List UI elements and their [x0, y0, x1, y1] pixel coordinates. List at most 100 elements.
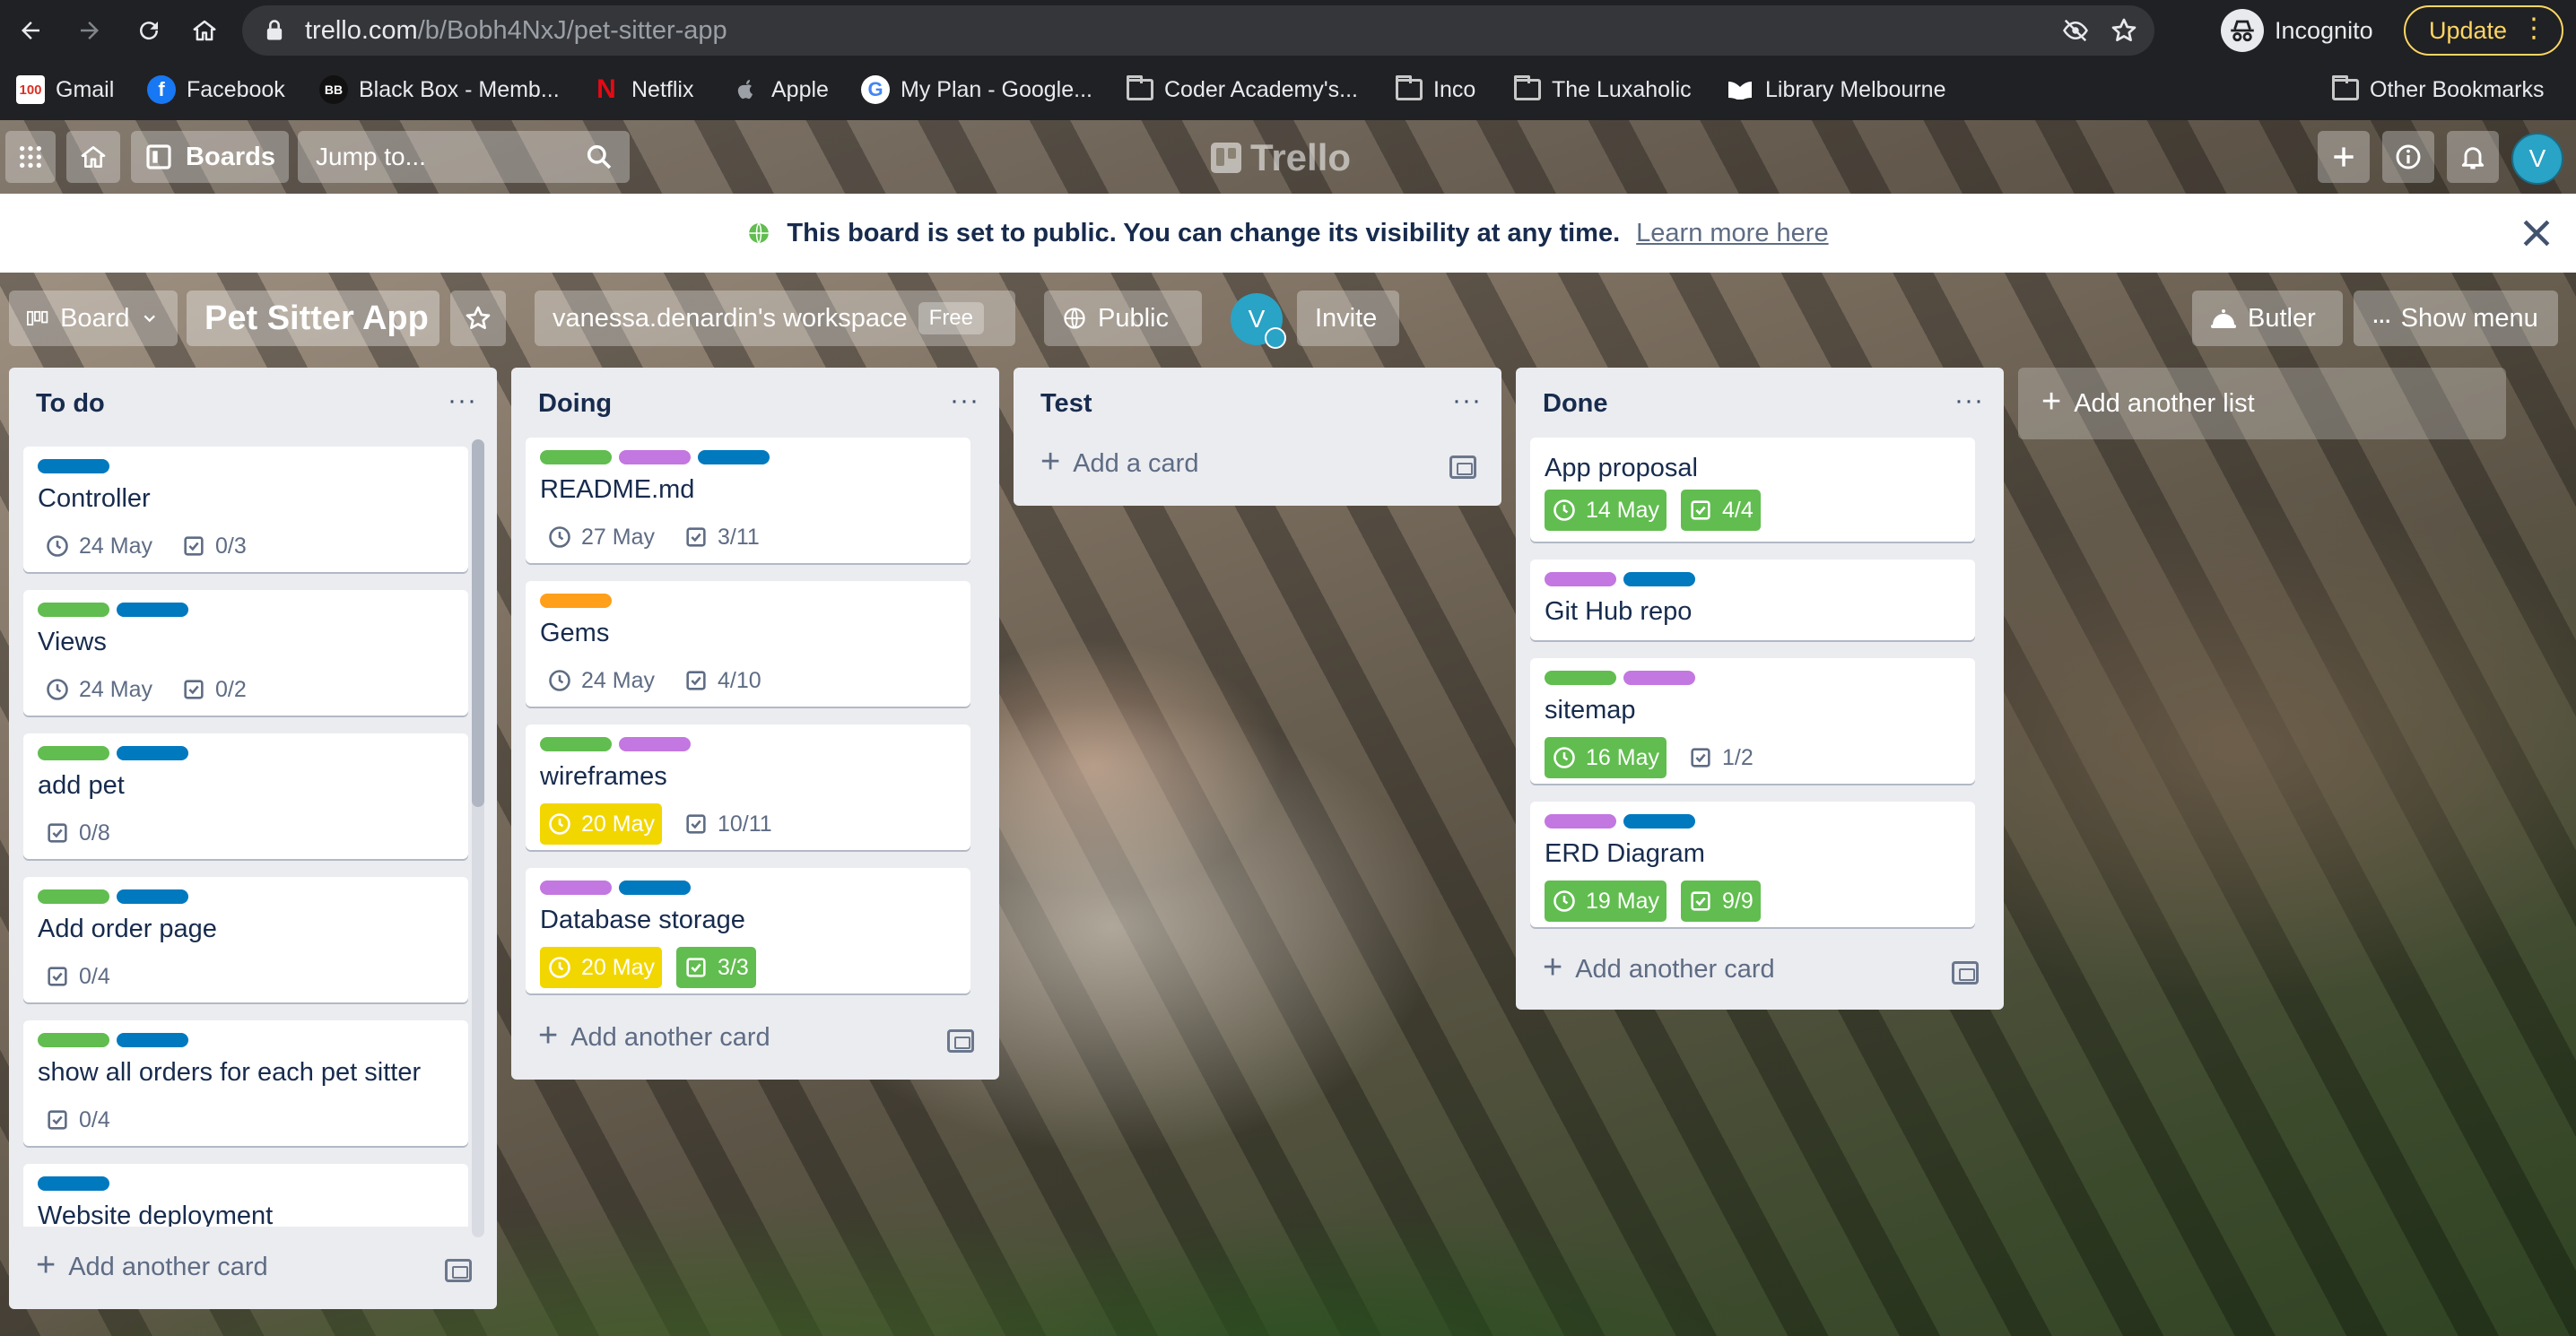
label-purple[interactable] — [540, 881, 612, 895]
due-date-badge[interactable]: 24 May — [38, 669, 160, 710]
member-avatar[interactable]: V — [1231, 293, 1286, 349]
list-title[interactable]: Doing — [538, 389, 612, 419]
label-blue[interactable] — [698, 450, 770, 464]
card-erd-diagram[interactable]: ERD Diagram 19 May 9/9 — [1530, 802, 1975, 927]
label-purple[interactable] — [1545, 572, 1616, 586]
due-date-badge[interactable]: 20 May — [540, 947, 662, 988]
bookmark-library-melbourne[interactable]: Library Melbourne — [1726, 74, 1946, 106]
label-blue[interactable] — [1623, 572, 1695, 586]
label-blue[interactable] — [117, 889, 188, 904]
bookmark-coder-academy[interactable]: Coder Academy's... — [1127, 74, 1358, 106]
bookmark-my-plan[interactable]: G My Plan - Google... — [861, 74, 1092, 106]
card-gems[interactable]: Gems 24 May 4/10 — [526, 581, 970, 707]
bookmark-black-box[interactable]: BB Black Box - Memb... — [319, 74, 560, 106]
list-menu-icon[interactable]: ··· — [950, 386, 979, 416]
list-menu-icon[interactable]: ··· — [448, 386, 477, 416]
due-date-badge[interactable]: 14 May — [1545, 490, 1667, 531]
card-views[interactable]: Views 24 May 0/2 — [23, 590, 468, 716]
list-title[interactable]: Test — [1040, 389, 1092, 419]
learn-more-link[interactable]: Learn more here — [1636, 219, 1828, 248]
visibility-button[interactable]: Public — [1044, 291, 1202, 346]
workspace-button[interactable]: vanessa.denardin's workspace Free — [535, 291, 1015, 346]
label-orange[interactable] — [540, 594, 612, 608]
label-blue[interactable] — [38, 459, 109, 473]
boards-button[interactable]: Boards — [131, 131, 289, 183]
label-green[interactable] — [1545, 671, 1616, 685]
label-purple[interactable] — [1545, 814, 1616, 828]
bookmark-inco[interactable]: Inco — [1396, 74, 1475, 106]
due-date-badge[interactable]: 20 May — [540, 803, 662, 845]
bookmark-netflix[interactable]: N Netflix — [592, 74, 693, 106]
bookmark-luxaholic[interactable]: The Luxaholic — [1514, 74, 1692, 106]
label-green[interactable] — [38, 889, 109, 904]
card-wireframes[interactable]: wireframes 20 May 10/11 — [526, 724, 970, 850]
card-template-icon[interactable] — [1952, 961, 1979, 985]
card-database-storage[interactable]: Database storage 20 May 3/3 — [526, 868, 970, 993]
back-icon[interactable] — [9, 9, 52, 52]
card-show-all-orders[interactable]: show all orders for each pet sitter 0/4 — [23, 1020, 468, 1146]
label-blue[interactable] — [117, 746, 188, 760]
label-green[interactable] — [540, 737, 612, 751]
jump-to-search[interactable]: Jump to... — [298, 131, 630, 183]
card-website-deployment[interactable]: Website deployment — [23, 1164, 468, 1227]
tracking-blocked-icon[interactable] — [2061, 17, 2090, 44]
bookmark-other[interactable]: Other Bookmarks — [2332, 74, 2545, 106]
card-add-pet[interactable]: add pet 0/8 — [23, 733, 468, 859]
card-template-icon[interactable] — [445, 1259, 472, 1282]
label-blue[interactable] — [38, 1176, 109, 1191]
card-readme[interactable]: README.md 27 May 3/11 — [526, 438, 970, 563]
forward-icon[interactable] — [68, 9, 111, 52]
card-template-icon[interactable] — [1449, 455, 1476, 479]
board-view-switcher[interactable]: Board — [9, 291, 178, 346]
show-menu-button[interactable]: ... Show menu — [2354, 291, 2558, 346]
bookmark-facebook[interactable]: f Facebook — [147, 74, 285, 106]
home-icon[interactable] — [183, 9, 226, 52]
info-button[interactable] — [2382, 131, 2434, 183]
list-menu-icon[interactable]: ··· — [1954, 386, 1984, 416]
notifications-button[interactable] — [2447, 131, 2499, 183]
close-icon[interactable] — [2517, 213, 2556, 253]
update-button[interactable]: Update ⋮ — [2404, 5, 2563, 56]
card-add-order-page[interactable]: Add order page 0/4 — [23, 877, 468, 1002]
invite-button[interactable]: Invite — [1297, 291, 1399, 346]
home-button[interactable] — [66, 131, 120, 183]
due-date-badge[interactable]: 24 May — [540, 660, 662, 701]
label-purple[interactable] — [619, 450, 691, 464]
label-blue[interactable] — [117, 603, 188, 617]
create-button[interactable] — [2318, 131, 2370, 183]
due-date-badge[interactable]: 27 May — [540, 516, 662, 558]
add-card-button[interactable]: + Add another card — [538, 1019, 770, 1053]
label-purple[interactable] — [619, 737, 691, 751]
board-title[interactable]: Pet Sitter App — [187, 291, 439, 346]
list-title[interactable]: Done — [1543, 389, 1608, 419]
due-date-badge[interactable]: 24 May — [38, 525, 160, 567]
apps-grid-icon[interactable] — [5, 131, 56, 183]
label-green[interactable] — [38, 746, 109, 760]
card-sitemap[interactable]: sitemap 16 May 1/2 — [1530, 658, 1975, 784]
trello-logo[interactable]: Trello — [1211, 136, 1351, 179]
add-card-button[interactable]: + Add another card — [36, 1248, 268, 1282]
label-green[interactable] — [540, 450, 612, 464]
card-app-proposal[interactable]: App proposal 14 May 4/4 — [1530, 438, 1975, 542]
label-blue[interactable] — [1623, 814, 1695, 828]
reload-icon[interactable] — [127, 9, 170, 52]
label-green[interactable] — [38, 603, 109, 617]
label-green[interactable] — [38, 1033, 109, 1047]
label-blue[interactable] — [619, 881, 691, 895]
butler-button[interactable]: Butler — [2192, 291, 2343, 346]
bookmark-star-icon[interactable] — [2110, 16, 2138, 45]
list-menu-icon[interactable]: ··· — [1452, 386, 1482, 416]
list-title[interactable]: To do — [36, 389, 105, 419]
label-blue[interactable] — [117, 1033, 188, 1047]
star-board-button[interactable] — [450, 291, 506, 346]
bookmark-apple[interactable]: Apple — [732, 74, 829, 106]
address-bar[interactable]: trello.com/b/Bobh4NxJ/pet-sitter-app — [242, 5, 2154, 56]
add-card-button[interactable]: + Add another card — [1543, 950, 1775, 985]
bookmark-gmail[interactable]: 100 Gmail — [16, 74, 114, 106]
user-avatar[interactable]: V — [2511, 133, 2563, 185]
card-git-hub-repo[interactable]: Git Hub repo — [1530, 560, 1975, 640]
due-date-badge[interactable]: 19 May — [1545, 881, 1667, 922]
due-date-badge[interactable]: 16 May — [1545, 737, 1667, 778]
add-card-button[interactable]: + Add a card — [1040, 445, 1198, 479]
incognito-indicator[interactable]: Incognito — [2221, 7, 2373, 54]
